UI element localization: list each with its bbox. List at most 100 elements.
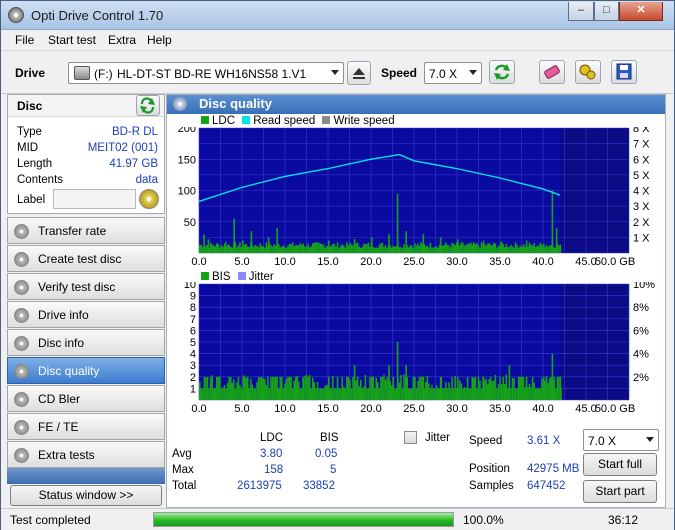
bis-bar <box>511 377 514 400</box>
nav-cd-bler[interactable]: CD Bler <box>7 385 165 412</box>
bis-bar <box>479 380 481 400</box>
nav-label: Verify test disc <box>38 280 116 294</box>
jitter-label: Jitter <box>425 432 450 444</box>
nav-extra-tests[interactable]: Extra tests <box>7 441 165 468</box>
minimize-button[interactable]: – <box>568 2 594 21</box>
ldc-bar <box>490 244 492 253</box>
bis-bar <box>248 388 251 400</box>
ldc-bar <box>437 247 439 253</box>
label-input[interactable] <box>53 189 136 209</box>
bis-bar <box>200 388 203 400</box>
ldc-spike <box>525 240 528 253</box>
bis-bar <box>468 388 470 400</box>
bis-bar <box>315 388 317 400</box>
bis-bar <box>530 387 532 400</box>
progress-percent: 100.0% <box>463 513 504 527</box>
ldc-bar <box>558 245 560 253</box>
nav-drive-info[interactable]: Drive info <box>7 301 165 328</box>
bis-bar <box>375 377 378 400</box>
refresh-speed-button[interactable] <box>489 60 515 84</box>
bis-chart: 0.0 5.0 10.0 15.0 20.0 25.0 30.0 35.0 40.0 45.050… <box>184 282 655 415</box>
speed-select[interactable]: 7.0 X <box>424 62 482 84</box>
ldc-bar <box>520 246 523 253</box>
ldc-bar <box>366 244 368 253</box>
bis-bar <box>522 376 525 400</box>
nav-disc-info[interactable]: Disc info <box>7 329 165 356</box>
nav-verify-test-disc[interactable]: Verify test disc <box>7 273 165 300</box>
nav-transfer-rate[interactable]: Transfer rate <box>7 217 165 244</box>
ldc-bar <box>335 246 337 253</box>
bis-bar <box>256 382 258 400</box>
ldc-bar <box>510 244 512 253</box>
app-window: Opti Drive Control 1.70 – □ ✕ File Start… <box>0 0 675 530</box>
ldc-bar <box>449 247 452 253</box>
x-tick-label: 10.0 <box>274 403 295 415</box>
jitter-checkbox[interactable] <box>404 431 417 444</box>
label-disc-button[interactable] <box>139 189 159 209</box>
eject-button[interactable] <box>347 61 371 85</box>
bis-bar <box>243 375 246 400</box>
bis-bar <box>497 384 500 400</box>
bis-bar <box>513 377 515 400</box>
ldc-bar <box>239 242 241 253</box>
ldc-bar <box>264 247 266 253</box>
bis-bar <box>267 376 269 400</box>
menu-extra[interactable]: Extra <box>108 33 136 47</box>
total-ldc: 2613975 <box>237 480 282 492</box>
menu-file[interactable]: File <box>15 33 34 47</box>
ldc-bar <box>236 247 238 253</box>
ldc-bar <box>260 245 263 253</box>
bis-bar <box>270 376 272 400</box>
bis-bar <box>459 380 461 400</box>
y-tick-label: 2 <box>190 372 196 384</box>
ldc-bar <box>507 246 509 253</box>
ldc-bar <box>417 243 419 253</box>
start-full-button[interactable]: Start full <box>583 453 657 476</box>
bis-bar <box>231 382 234 400</box>
menu-start-test[interactable]: Start test <box>48 33 96 47</box>
bis-bar <box>217 376 220 400</box>
ldc-bar <box>265 242 268 253</box>
bis-spike <box>551 353 554 400</box>
test-speed-select[interactable]: 7.0 X <box>583 429 659 451</box>
panel-title: Disc quality <box>199 96 272 111</box>
settings-button[interactable] <box>575 60 601 84</box>
y-tick-label: 7 <box>190 314 196 326</box>
ldc-spike <box>224 241 227 253</box>
bis-bar <box>519 376 521 400</box>
erase-button[interactable] <box>539 60 565 84</box>
bis-bar <box>246 376 249 400</box>
bis-bar <box>236 382 238 400</box>
drive-icon <box>74 66 90 80</box>
ldc-bar <box>344 247 347 253</box>
y2-tick-label: 2% <box>633 372 649 384</box>
ldc-bar <box>420 242 422 253</box>
nav-create-test-disc[interactable]: Create test disc <box>7 245 165 272</box>
drive-select[interactable]: (F:) HL-DT-ST BD-RE WH16NS58 1.V1 <box>68 62 344 84</box>
nav-fe-te[interactable]: FE / TE <box>7 413 165 440</box>
bis-bar <box>372 376 374 400</box>
start-part-button[interactable]: Start part <box>583 480 657 503</box>
menu-help[interactable]: Help <box>147 33 172 47</box>
nav-disc-quality[interactable]: Disc quality <box>7 357 165 384</box>
bis-bar <box>548 378 551 400</box>
bis-bar <box>465 388 467 400</box>
nav-label: Transfer rate <box>38 224 107 238</box>
save-button[interactable] <box>611 60 637 84</box>
ldc-bar <box>463 245 466 253</box>
ldc-bar <box>496 247 498 253</box>
ldc-bar <box>452 244 455 253</box>
maximize-button[interactable]: □ <box>594 2 619 21</box>
ldc-bar <box>559 244 562 253</box>
bis-bar <box>335 388 337 400</box>
ldc-bar <box>245 243 247 253</box>
close-button[interactable]: ✕ <box>619 2 663 21</box>
x-tick-label: 30.0 <box>446 256 467 268</box>
bis-bar <box>383 374 385 400</box>
ldc-bar <box>271 246 274 253</box>
bis-bar <box>507 388 509 400</box>
disc-refresh-button[interactable] <box>136 95 160 116</box>
status-window-button[interactable]: Status window >> <box>10 485 162 506</box>
ldc-bar <box>381 242 384 253</box>
ldc-bar <box>412 247 415 253</box>
